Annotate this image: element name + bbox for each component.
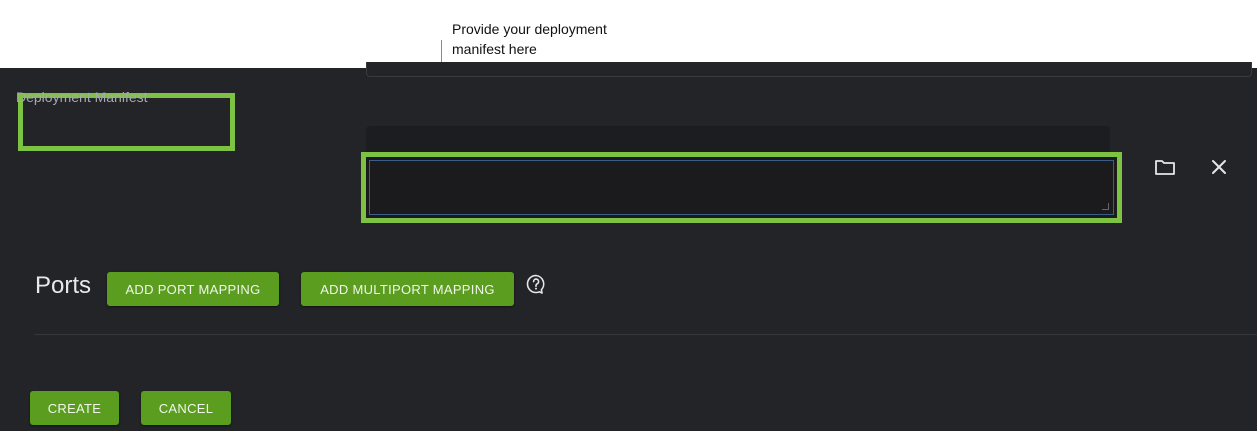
add-multiport-mapping-button[interactable]: ADD MULTIPORT MAPPING <box>301 272 514 306</box>
ports-section-title: Ports <box>35 272 92 299</box>
previous-field-bottom <box>366 62 1252 77</box>
create-button[interactable]: CREATE <box>30 391 119 425</box>
add-port-mapping-button[interactable]: ADD PORT MAPPING <box>107 272 279 306</box>
section-divider <box>34 334 1257 335</box>
resize-handle-icon[interactable] <box>1102 203 1109 210</box>
help-icon[interactable] <box>525 273 547 295</box>
app-panel: Deployment Manifest Ports ADD PORT MAPPI… <box>0 62 1257 431</box>
manifest-textarea[interactable] <box>369 160 1114 215</box>
folder-icon[interactable] <box>1153 155 1177 179</box>
manifest-label: Deployment Manifest <box>16 89 148 105</box>
close-icon[interactable] <box>1207 155 1231 179</box>
manifest-textarea-highlight <box>361 152 1122 223</box>
annotation-callout-text: Provide your deployment manifest here <box>452 21 607 57</box>
cancel-button[interactable]: CANCEL <box>141 391 231 425</box>
manifest-input-header <box>366 126 1110 154</box>
